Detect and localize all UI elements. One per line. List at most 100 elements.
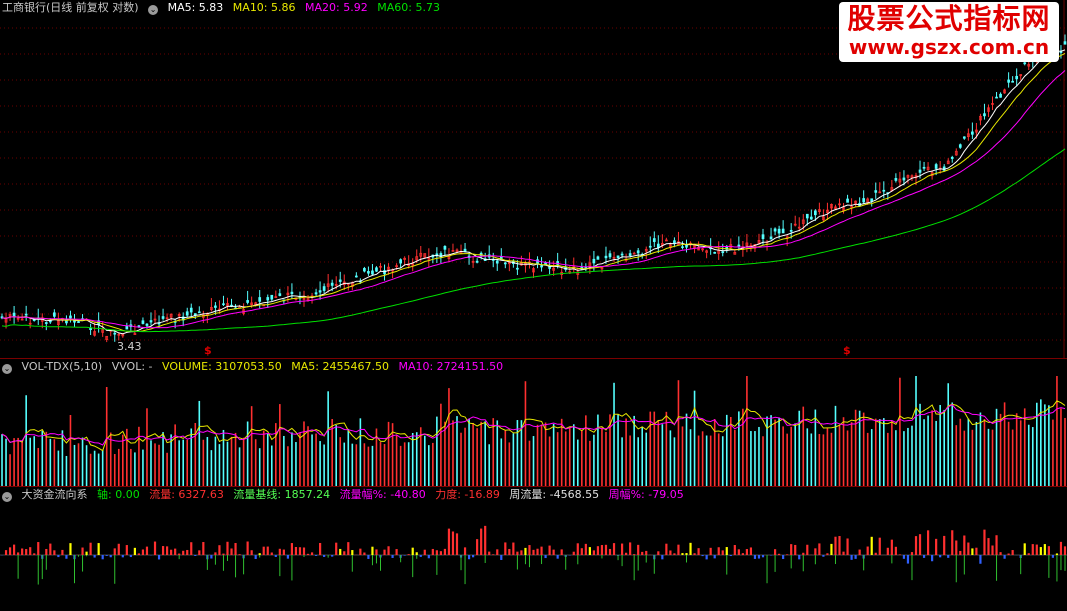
candle-body (995, 96, 998, 99)
candle-body (290, 291, 294, 295)
volume-title: VOL-TDX(5,10) (21, 360, 103, 373)
candle-body (809, 216, 813, 220)
volume-readout: VOLUME: 3107053.50 (162, 360, 282, 373)
candle-body (652, 238, 656, 242)
candle-body (540, 265, 543, 268)
volume-chart[interactable] (0, 359, 1067, 487)
price-panel[interactable]: 工商银行(日线 前复权 对数) ⌄ MA5: 5.83 MA10: 5.86 M… (0, 0, 1067, 358)
candle-body (354, 275, 358, 278)
settings-circle-icon[interactable]: ⌄ (148, 5, 159, 15)
candle-body (604, 255, 608, 259)
candle-body (777, 228, 781, 234)
volume-panel[interactable]: ⌄ VOL-TDX(5,10) VVOL: - VOLUME: 3107053.… (0, 358, 1067, 487)
ma60-line (1, 148, 1066, 333)
candle-body (338, 279, 342, 282)
volume-settings-icon[interactable]: ⌄ (2, 364, 12, 374)
candle-body (314, 292, 318, 295)
volume-header: ⌄ VOL-TDX(5,10) VVOL: - VOLUME: 3107053.… (2, 360, 509, 374)
candle-body (371, 270, 374, 275)
candle-body (584, 266, 588, 269)
candle-body (185, 311, 189, 316)
candle-body (902, 177, 906, 181)
candle-body (463, 248, 467, 252)
flow-settings-icon[interactable]: ⌄ (2, 492, 12, 502)
candle-body (592, 258, 596, 264)
candle-body (789, 229, 793, 232)
candle-body (781, 228, 785, 234)
candle-body (189, 307, 193, 313)
candle-body (773, 228, 777, 232)
ma10-readout: MA10: 5.86 (232, 1, 296, 14)
candle-body (999, 93, 1002, 98)
amp-readout: 流量幅%: -40.80 (339, 488, 426, 501)
candle-body (495, 260, 499, 264)
candle-body (113, 332, 117, 335)
price-header: 工商银行(日线 前复权 对数) ⌄ MA5: 5.83 MA10: 5.86 M… (2, 1, 446, 15)
candle-body (161, 316, 165, 319)
candle-body (53, 312, 56, 317)
flow-panel[interactable]: ⌄ 大资金流向系 轴: 0.00 流量: 6327.63 流量基线: 1857.… (0, 486, 1067, 611)
watermark-url: www.gszx.com.cn (848, 35, 1050, 59)
candle-body (141, 320, 145, 324)
candle-body (270, 294, 274, 300)
candle-body (950, 156, 954, 159)
ma10-line (1, 52, 1066, 333)
vvol-readout: VVOL: - (111, 360, 153, 373)
candle-body (608, 253, 612, 258)
candle-body (32, 319, 36, 321)
candle-body (318, 290, 322, 293)
candle-body (681, 246, 684, 249)
watermark-logo: 股票公式指标网 www.gszx.com.cn (839, 2, 1059, 62)
candle-body (616, 255, 620, 258)
candle-body (322, 286, 326, 291)
candle-body (769, 236, 773, 240)
candle-body (548, 266, 551, 269)
week-flow-readout: 周流量: -4568.55 (509, 488, 600, 501)
axis-readout: 轴: 0.00 (97, 488, 140, 501)
vol-ma5-readout: MA5: 2455467.50 (291, 360, 389, 373)
candle-body (958, 144, 962, 148)
candle-body (399, 259, 402, 264)
candle-body (77, 321, 80, 323)
candle-body (222, 303, 225, 306)
candle-body (636, 250, 640, 254)
force-readout: 力度: -16.89 (435, 488, 500, 501)
ma60-readout: MA60: 5.73 (377, 1, 440, 14)
flow-chart[interactable] (0, 487, 1067, 611)
candle-body (443, 246, 447, 250)
low-price-label: 3.43 (117, 340, 142, 353)
candle-body (145, 323, 149, 326)
candle-body (894, 178, 898, 181)
candle-body (475, 260, 479, 263)
candle-body (503, 262, 507, 265)
candle-body (870, 198, 874, 202)
candle-body (246, 300, 249, 303)
candle-body (1007, 79, 1010, 83)
price-title: 工商银行(日线 前复权 对数) (2, 1, 139, 14)
candle-body (278, 293, 282, 296)
candle-body (862, 198, 866, 203)
candle-body (1015, 75, 1019, 80)
candle-body (761, 234, 765, 239)
candle-body (713, 251, 717, 254)
candle-body (922, 166, 926, 169)
candle-body (813, 210, 817, 216)
candle-body (971, 131, 974, 135)
candle-body (596, 256, 600, 260)
ma20-readout: MA20: 5.92 (305, 1, 368, 14)
flow-readout: 流量: 6327.63 (149, 488, 224, 501)
candle-body (620, 253, 624, 256)
candle-body (918, 169, 922, 173)
candle-body (1023, 62, 1027, 65)
candle-body (12, 312, 16, 317)
candle-body (874, 190, 878, 193)
candle-body (44, 322, 48, 324)
candle-body (516, 267, 519, 270)
volume-bars (1, 376, 1066, 486)
candle-body (363, 268, 366, 272)
candle-body (125, 325, 129, 330)
candle-body (214, 305, 217, 308)
candle-body (983, 113, 986, 117)
vol-ma10-readout: MA10: 2724151.50 (398, 360, 504, 373)
candle-body (544, 262, 547, 265)
